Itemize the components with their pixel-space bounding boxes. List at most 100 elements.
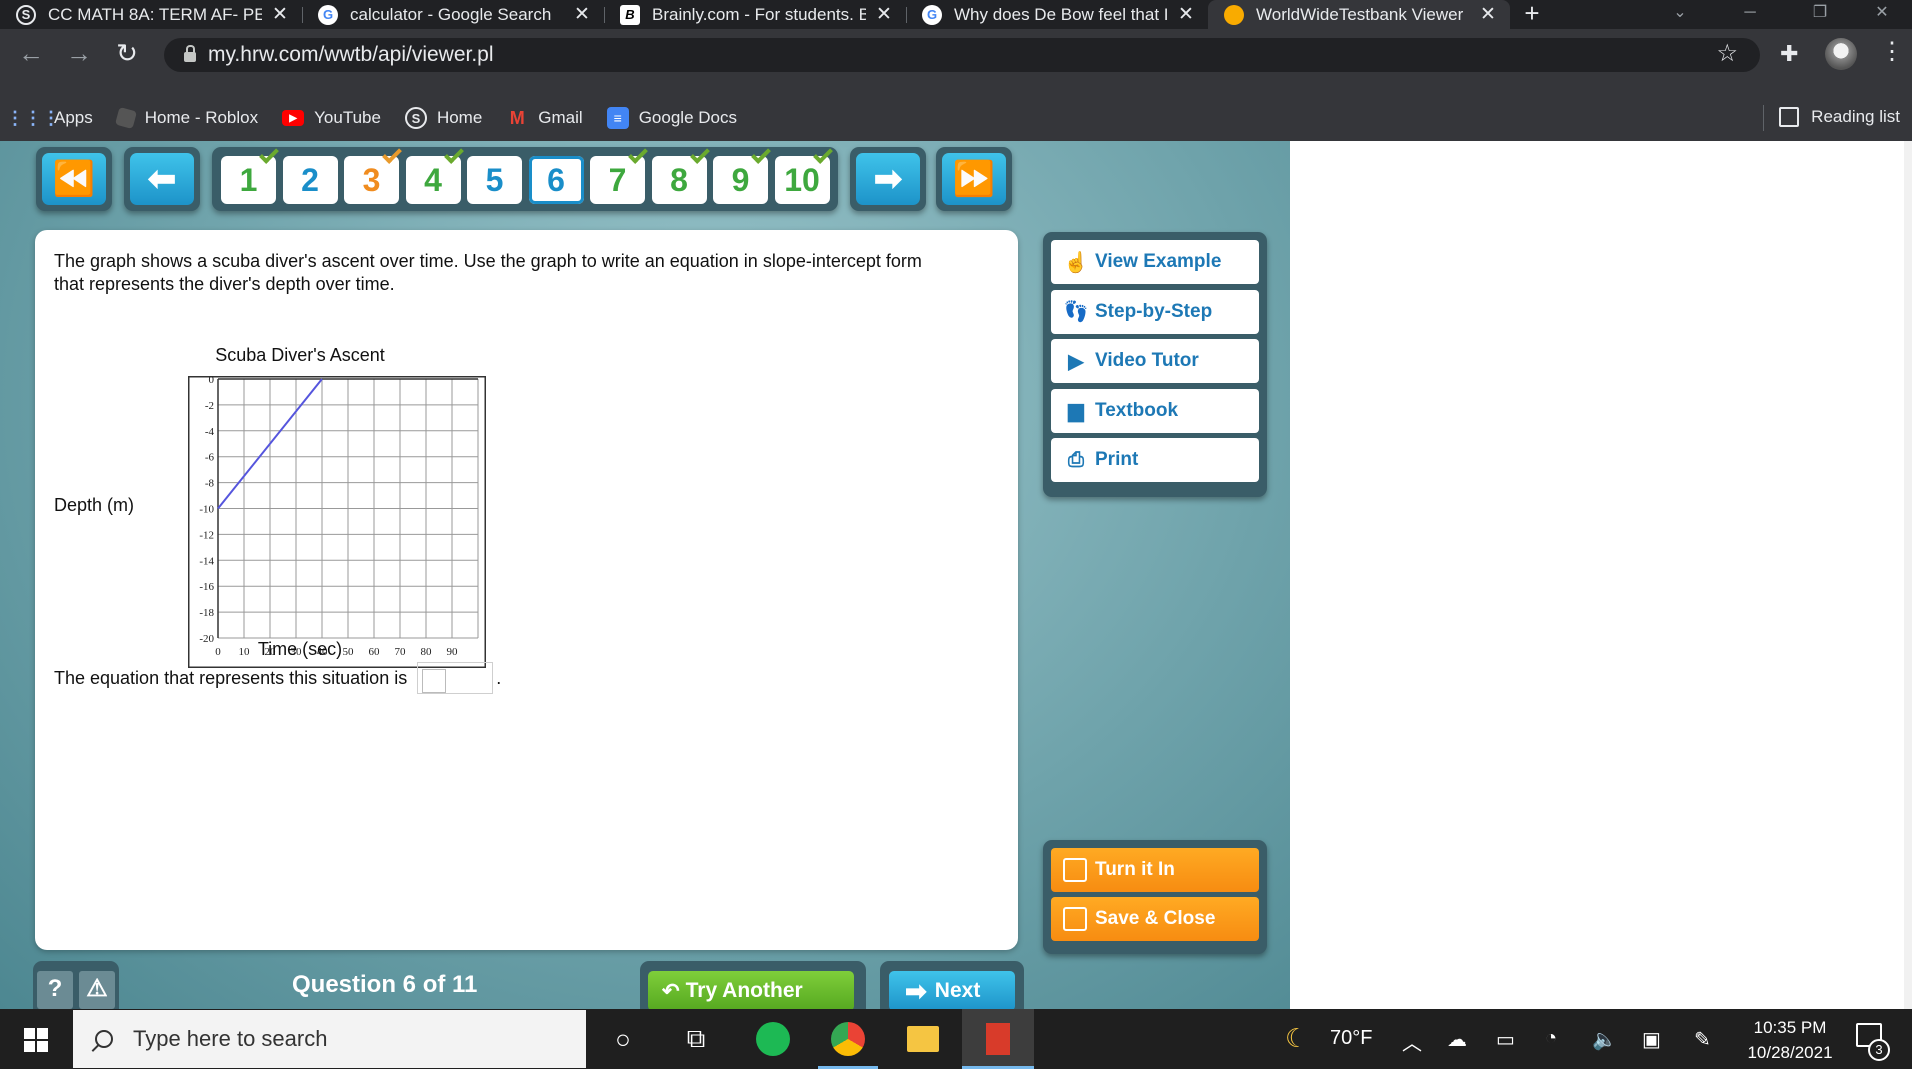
bookmark-roblox[interactable]: Home - Roblox [114, 106, 258, 130]
close-icon[interactable]: ✕ [270, 3, 290, 26]
save-close-button[interactable]: Save & Close [1051, 897, 1259, 941]
address-bar[interactable]: my.hrw.com/wwtb/api/viewer.pl ☆ [164, 38, 1760, 72]
bookmark-star-icon[interactable]: ☆ [1716, 39, 1738, 68]
y-tick-label: -16 [199, 581, 214, 593]
browser-tab-3[interactable]: G Why does De Bow feel that I ✕ [906, 0, 1208, 29]
reading-list-icon [1779, 107, 1800, 127]
question-number: 10 [784, 161, 820, 198]
taskbar-clock[interactable]: 10:35 PM 10/28/2021 [1735, 1015, 1845, 1065]
view-example-button[interactable]: ☝ View Example [1051, 240, 1259, 284]
reload-icon[interactable]: ↻ [110, 37, 144, 71]
back-icon[interactable]: ← [14, 37, 48, 71]
textbook-button[interactable]: ▆ Textbook [1051, 388, 1259, 433]
tab-search-icon[interactable]: ⌄ [1650, 0, 1710, 29]
undo-arrow-icon: ↶ [662, 979, 680, 1003]
battery-icon[interactable]: ▭ [1496, 1027, 1515, 1052]
search-icon [95, 1030, 113, 1048]
wifi-icon[interactable]: ◔ [1545, 1027, 1557, 1050]
browser-tab-4[interactable]: WorldWideTestbank Viewer ✕ [1208, 0, 1510, 29]
cortana-icon[interactable]: ○ [605, 1021, 641, 1057]
close-icon[interactable]: ✕ [1478, 3, 1498, 26]
footprint-icon: 👣 [1063, 301, 1089, 323]
youtube-icon: ▶ [282, 110, 305, 126]
restore-icon[interactable]: ❐ [1790, 0, 1850, 29]
bookmark-gmail[interactable]: M Gmail [506, 107, 583, 129]
next-question-box: ➡ [850, 147, 926, 211]
first-question-button[interactable]: ⏪ [42, 153, 106, 205]
question-button-6[interactable]: 6 [528, 156, 584, 204]
extensions-puzzle-icon[interactable]: ✚ [1780, 41, 1798, 67]
chevron-up-icon[interactable]: ︿ [1402, 1027, 1422, 1056]
question-button-5[interactable]: 5 [467, 156, 522, 204]
question-button-10[interactable]: 10 [774, 144, 833, 204]
forward-icon[interactable]: → [62, 37, 96, 71]
hand-icon: ☝ [1063, 251, 1089, 274]
check-icon [259, 144, 279, 164]
window-close-icon[interactable]: ✕ [1852, 0, 1912, 29]
next-button[interactable]: ➡ Next [889, 971, 1015, 1009]
bookmark-label: YouTube [314, 108, 381, 127]
bookmark-youtube[interactable]: ▶ YouTube [282, 108, 381, 128]
prev-question-button[interactable]: ⬅ [130, 153, 194, 205]
question-panel: The graph shows a scuba diver's ascent o… [35, 230, 1018, 950]
save-close-label: Save & Close [1095, 908, 1216, 929]
app-red-icon[interactable] [980, 1021, 1016, 1057]
taskbar-search-input[interactable]: Type here to search [73, 1010, 586, 1068]
step-by-step-button[interactable]: 👣 Step-by-Step [1051, 289, 1259, 334]
question-button-4[interactable]: 4 [405, 144, 464, 204]
docs-icon: ≡ [606, 107, 629, 129]
turn-it-in-button[interactable]: Turn it In [1051, 848, 1259, 892]
question-number: 1 [239, 161, 258, 198]
tab-title: CC MATH 8A: TERM AF- PERIOD [48, 4, 262, 24]
onedrive-cloud-icon[interactable]: ☁ [1447, 1027, 1467, 1052]
s-logo-icon: S [404, 107, 427, 129]
answer-input[interactable] [417, 662, 494, 694]
check-icon [751, 144, 771, 164]
question-button-7[interactable]: 7 [590, 144, 648, 204]
menu-kebab-icon[interactable]: ⋮ [1880, 37, 1904, 66]
question-button-9[interactable]: 9 [713, 144, 771, 204]
help-button[interactable]: ? [37, 971, 73, 1009]
bookmark-home[interactable]: S Home [404, 107, 482, 129]
browser-tab-2[interactable]: B Brainly.com - For students. By ✕ [604, 0, 906, 29]
reading-list-button[interactable]: Reading list [1779, 107, 1900, 127]
browser-tab-1[interactable]: G calculator - Google Search ✕ [302, 0, 604, 29]
page-scrollbar[interactable] [1904, 141, 1912, 1009]
notification-count: 3 [1868, 1039, 1890, 1061]
try-another-button[interactable]: ↶ Try Another [648, 971, 854, 1009]
file-explorer-icon[interactable] [905, 1021, 941, 1057]
bookmark-apps[interactable]: ⋮⋮⋮ Apps [6, 107, 93, 129]
bookmark-google-docs[interactable]: ≡ Google Docs [606, 107, 737, 129]
new-tab-button[interactable]: + [1510, 0, 1554, 29]
last-question-button[interactable]: ⏩ [942, 153, 1006, 205]
task-view-icon[interactable]: ⧉ [678, 1021, 714, 1057]
tool-label: View Example [1095, 251, 1222, 272]
display-icon[interactable]: ▣ [1642, 1027, 1661, 1052]
pen-icon[interactable]: ✎ [1694, 1027, 1711, 1052]
print-button[interactable]: ⎙ Print [1051, 438, 1259, 482]
close-icon[interactable]: ✕ [572, 3, 592, 26]
volume-icon[interactable]: 🔈 [1592, 1027, 1617, 1052]
chrome-icon[interactable] [830, 1021, 866, 1057]
reading-list-label: Reading list [1811, 107, 1900, 126]
question-button-3[interactable]: 3 [344, 144, 402, 204]
weather-text[interactable]: 70°F [1330, 1027, 1372, 1050]
partial-check-icon [382, 144, 402, 164]
question-button-8[interactable]: 8 [651, 144, 710, 204]
browser-tab-0[interactable]: S CC MATH 8A: TERM AF- PERIOD ✕ [0, 0, 302, 29]
close-icon[interactable]: ✕ [1176, 3, 1196, 26]
avatar[interactable] [1825, 38, 1857, 70]
video-tutor-button[interactable]: ▶ Video Tutor [1051, 339, 1259, 383]
spotify-icon[interactable] [755, 1021, 791, 1057]
close-icon[interactable]: ✕ [874, 3, 894, 26]
next-question-arrow-button[interactable]: ➡ [856, 153, 920, 205]
question-number: 6 [547, 161, 565, 198]
question-button-2[interactable]: 2 [282, 156, 338, 204]
chart-frame [188, 376, 486, 668]
document-icon [1063, 858, 1087, 882]
windows-start-icon[interactable] [24, 1028, 48, 1052]
minimize-icon[interactable]: ─ [1720, 0, 1780, 29]
report-problem-button[interactable]: ⚠ [79, 971, 115, 1009]
prev-question-box: ⬅ [124, 147, 200, 211]
question-button-1[interactable]: 1 [221, 144, 279, 204]
